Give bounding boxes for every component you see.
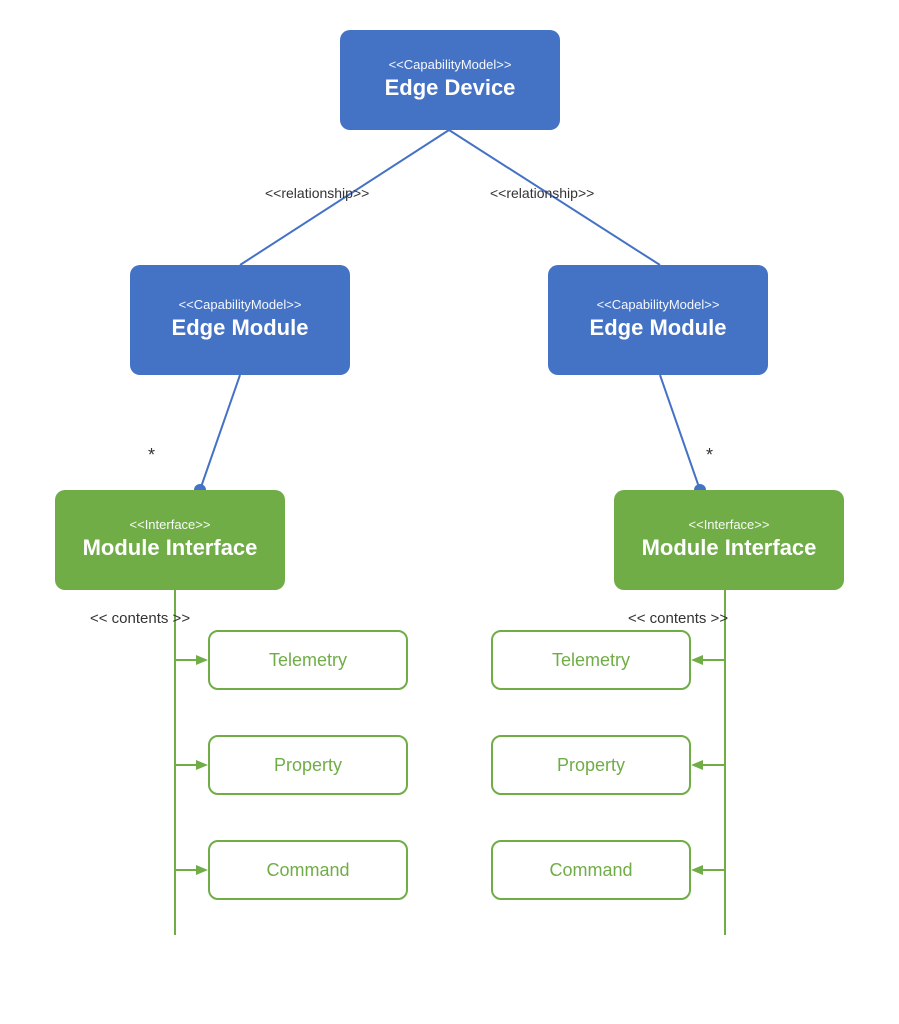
asterisk-right: * <box>706 445 713 466</box>
right-property-box: Property <box>491 735 691 795</box>
module-interface-right-box: <<Interface>> Module Interface <box>614 490 844 590</box>
relationship-label-left: <<relationship>> <box>265 185 369 201</box>
diagram: <<CapabilityModel>> Edge Device <<relati… <box>0 0 899 1024</box>
left-command-box: Command <box>208 840 408 900</box>
edge-module-right-box: <<CapabilityModel>> Edge Module <box>548 265 768 375</box>
asterisk-left: * <box>148 445 155 466</box>
left-telemetry-box: Telemetry <box>208 630 408 690</box>
edge-device-box: <<CapabilityModel>> Edge Device <box>340 30 560 130</box>
edge-module-left-stereotype: <<CapabilityModel>> <box>179 297 302 314</box>
edge-module-left-label: Edge Module <box>172 314 309 343</box>
module-interface-left-box: <<Interface>> Module Interface <box>55 490 285 590</box>
module-interface-left-label: Module Interface <box>83 534 258 563</box>
module-interface-right-stereotype: <<Interface>> <box>689 517 770 534</box>
left-property-box: Property <box>208 735 408 795</box>
contents-label-left: << contents >> <box>90 610 190 627</box>
relationship-label-right: <<relationship>> <box>490 185 594 201</box>
edge-device-stereotype: <<CapabilityModel>> <box>389 57 512 74</box>
right-command-box: Command <box>491 840 691 900</box>
module-interface-right-label: Module Interface <box>642 534 817 563</box>
edge-module-right-label: Edge Module <box>590 314 727 343</box>
module-interface-left-stereotype: <<Interface>> <box>130 517 211 534</box>
edge-device-label: Edge Device <box>385 74 516 103</box>
edge-module-left-box: <<CapabilityModel>> Edge Module <box>130 265 350 375</box>
contents-label-right: << contents >> <box>628 610 728 627</box>
right-telemetry-box: Telemetry <box>491 630 691 690</box>
edge-module-right-stereotype: <<CapabilityModel>> <box>597 297 720 314</box>
